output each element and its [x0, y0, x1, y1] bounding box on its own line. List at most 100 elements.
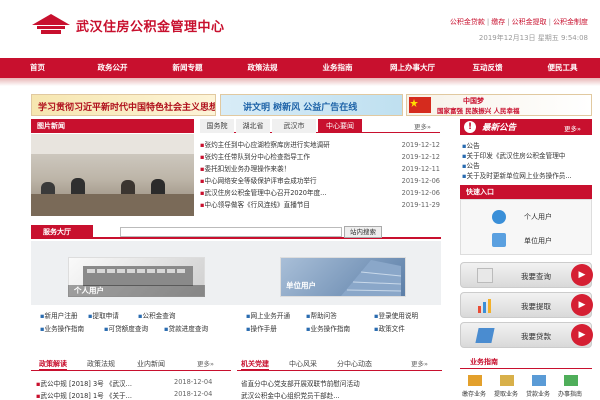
party-item[interactable]: 省直分中心党支部开展双联节前慰问活动 [241, 378, 360, 388]
tab-hubei[interactable]: 湖北省 [236, 119, 270, 133]
banner-china-dream[interactable]: 中国梦 国家富强 民族振兴 人民幸福 [406, 94, 592, 116]
quick-entry-header: 快速入口 [460, 185, 592, 199]
nav-guide[interactable]: 业务指南 [300, 58, 375, 78]
site-search-input[interactable] [120, 227, 342, 237]
party-item[interactable]: 武汉公积金中心组织党员干部赴... [241, 390, 340, 400]
toplink-loan[interactable]: 公积金贷款 [450, 18, 485, 26]
query-button[interactable]: 我要查询 ▶ [460, 262, 593, 288]
deposit-guide-icon[interactable] [468, 375, 482, 386]
news-item[interactable]: ▪委托扣划业务办理操作来袭！ 2019-12-11 [200, 164, 440, 174]
toplink-deposit[interactable]: 缴存 [491, 18, 505, 26]
nav-gov-affairs[interactable]: 政务公开 [75, 58, 150, 78]
policy-item[interactable]: ▪武公中规 [2018] 1号 《关于... [36, 390, 132, 400]
policy-more-link[interactable]: 更多» [197, 357, 214, 371]
unit-user-card[interactable] [280, 257, 406, 297]
arrow-right-icon: ▶ [571, 264, 593, 286]
main-nav: 首页 政务公开 新闻专题 政策法规 业务指南 网上办事大厅 互动反馈 便民工具 [0, 58, 600, 78]
link-withdraw-apply[interactable]: ▪提取申请 [88, 310, 119, 320]
news-date: 2019-12-12 [401, 141, 440, 149]
link-online-open[interactable]: ▪网上业务开通 [246, 310, 290, 320]
site-search-button[interactable]: 站内搜索 [344, 226, 382, 238]
policy-item-date: 2018-12-04 [174, 378, 213, 386]
office-guide-icon[interactable] [564, 375, 578, 386]
news-title: 武汉住房公积金管理中心召开2020年度... [204, 189, 327, 197]
link-fund-query[interactable]: ▪公积金查询 [138, 310, 175, 320]
news-item[interactable]: ▪中心领导做客《行风连线》直播节目 2019-11-29 [200, 200, 440, 210]
photo-table [31, 194, 194, 216]
link-loan-quota[interactable]: ▪可贷额度查询 [104, 323, 148, 333]
guide-loan[interactable]: 贷款业务 [526, 389, 550, 398]
banner-study-text: 学习贯彻习近平新时代中国特色社会主义思想 [38, 103, 216, 113]
toplink-withdraw[interactable]: 公积金提取 [512, 18, 547, 26]
announcement-item[interactable]: ▪关于及时更新单位网上业务操作员... [462, 170, 572, 180]
tab-state-council[interactable]: 国务院 [200, 119, 234, 133]
tab-industry-news[interactable]: 业内新闻 [137, 357, 165, 371]
news-item[interactable]: ▪张灼主任到中心应湖检察库房进行实地调研 2019-12-12 [200, 140, 440, 150]
toplink-system[interactable]: 公积金制度 [553, 18, 588, 26]
news-date: 2019-12-11 [401, 165, 440, 173]
current-date: 2019年12月13日 星期五 9:54:08 [478, 34, 588, 42]
arrow-right-icon: ▶ [571, 324, 593, 346]
announcement-item[interactable]: ▪关于印发《武汉住房公积金管理中 [462, 150, 565, 160]
link-operation-guide[interactable]: ▪业务操作指南 [40, 323, 84, 333]
announcement-title: 最新公告 [482, 123, 517, 133]
news-title: 委托扣划业务办理操作来袭！ [204, 165, 291, 173]
nav-policy[interactable]: 政策法规 [225, 58, 300, 78]
link-login-help[interactable]: ▪登录使用说明 [374, 310, 418, 320]
loan-button-label: 我要贷款 [521, 332, 551, 341]
link-business-guide[interactable]: ▪业务操作指南 [306, 323, 350, 333]
top-links: 公积金贷款 | 缴存 | 公积金提取 | 公积金制度 [449, 18, 588, 26]
link-help-qa[interactable]: ▪帮助问答 [306, 310, 337, 320]
tab-wuhan[interactable]: 武汉市 [272, 119, 316, 133]
announcement-item[interactable]: ▪公告 [462, 140, 480, 150]
tab-policy-law[interactable]: 政策法规 [87, 357, 115, 371]
announcement-more-link[interactable]: 更多» [564, 123, 581, 133]
loan-button[interactable]: 我要贷款 ▶ [460, 322, 593, 348]
policy-item[interactable]: ▪武公中规 [2018] 3号 《武汉... [36, 378, 132, 388]
policy-item-date: 2018-12-04 [174, 390, 213, 398]
guide-office[interactable]: 办事指南 [558, 389, 582, 398]
withdraw-guide-icon[interactable] [500, 375, 514, 386]
link-register[interactable]: ▪新用户注册 [40, 310, 77, 320]
link-policy-docs[interactable]: ▪政策文件 [374, 323, 405, 333]
flag-icon [409, 97, 431, 113]
withdraw-button[interactable]: 我要提取 ▶ [460, 292, 593, 318]
tab-branch-news[interactable]: 分中心动态 [337, 357, 372, 371]
nav-news-topics[interactable]: 新闻专题 [150, 58, 225, 78]
nav-home[interactable]: 首页 [0, 58, 75, 78]
quick-unit-user[interactable]: 单位用户 [524, 236, 552, 246]
tab-party-building[interactable]: 机关党建 [241, 357, 269, 371]
news-title: 张灼主任带队到分中心检查指导工作 [204, 153, 310, 161]
party-more-link[interactable]: 更多» [411, 357, 428, 371]
bar-chart-icon [478, 299, 491, 313]
nav-online-hall[interactable]: 网上办事大厅 [375, 58, 450, 78]
news-more-link[interactable]: 更多» [414, 121, 431, 131]
news-date: 2019-12-06 [401, 189, 440, 197]
tab-policy-interpret[interactable]: 政策解读 [39, 357, 67, 371]
announcement-item[interactable]: ▪公告 [462, 160, 480, 170]
news-title: 张灼主任到中心应湖检察库房进行实地调研 [204, 141, 330, 149]
guide-withdraw[interactable]: 提取业务 [494, 389, 518, 398]
news-item[interactable]: ▪张灼主任带队到分中心检查指导工作 2019-12-12 [200, 152, 440, 162]
tab-center-style[interactable]: 中心风采 [289, 357, 317, 371]
loan-guide-icon[interactable] [532, 375, 546, 386]
guide-deposit[interactable]: 缴存业务 [462, 389, 486, 398]
nav-tools[interactable]: 便民工具 [525, 58, 600, 78]
banner-study[interactable]: 学习贯彻习近平新时代中国特色社会主义思想 [31, 94, 216, 116]
banner-civilization[interactable]: 讲文明 树新风 公益广告在线 [220, 94, 403, 116]
link-manual[interactable]: ▪操作手册 [246, 323, 277, 333]
policy-tabs: 政策解读 政策法规 业内新闻 更多» [31, 357, 231, 371]
news-item[interactable]: ▪武汉住房公积金管理中心召开2020年度... 2019-12-06 [200, 188, 440, 198]
news-title: 中心网络安全等级保护评审会成功举行 [204, 177, 317, 185]
nav-feedback[interactable]: 互动反馈 [450, 58, 525, 78]
loan-icon [475, 328, 495, 343]
photo-news-image[interactable] [31, 134, 194, 216]
news-date: 2019-11-29 [401, 201, 440, 209]
quick-personal-user[interactable]: 个人用户 [524, 212, 552, 222]
news-tabs: 国务院 湖北省 武汉市 中心要闻 [200, 119, 440, 133]
news-item[interactable]: ▪中心网络安全等级保护评审会成功举行 2019-12-06 [200, 176, 440, 186]
guide-header: 业务指南 [470, 358, 498, 366]
withdraw-button-label: 我要提取 [521, 302, 551, 311]
link-loan-progress[interactable]: ▪贷款进度查询 [164, 323, 208, 333]
tab-center-news[interactable]: 中心要闻 [318, 119, 362, 133]
